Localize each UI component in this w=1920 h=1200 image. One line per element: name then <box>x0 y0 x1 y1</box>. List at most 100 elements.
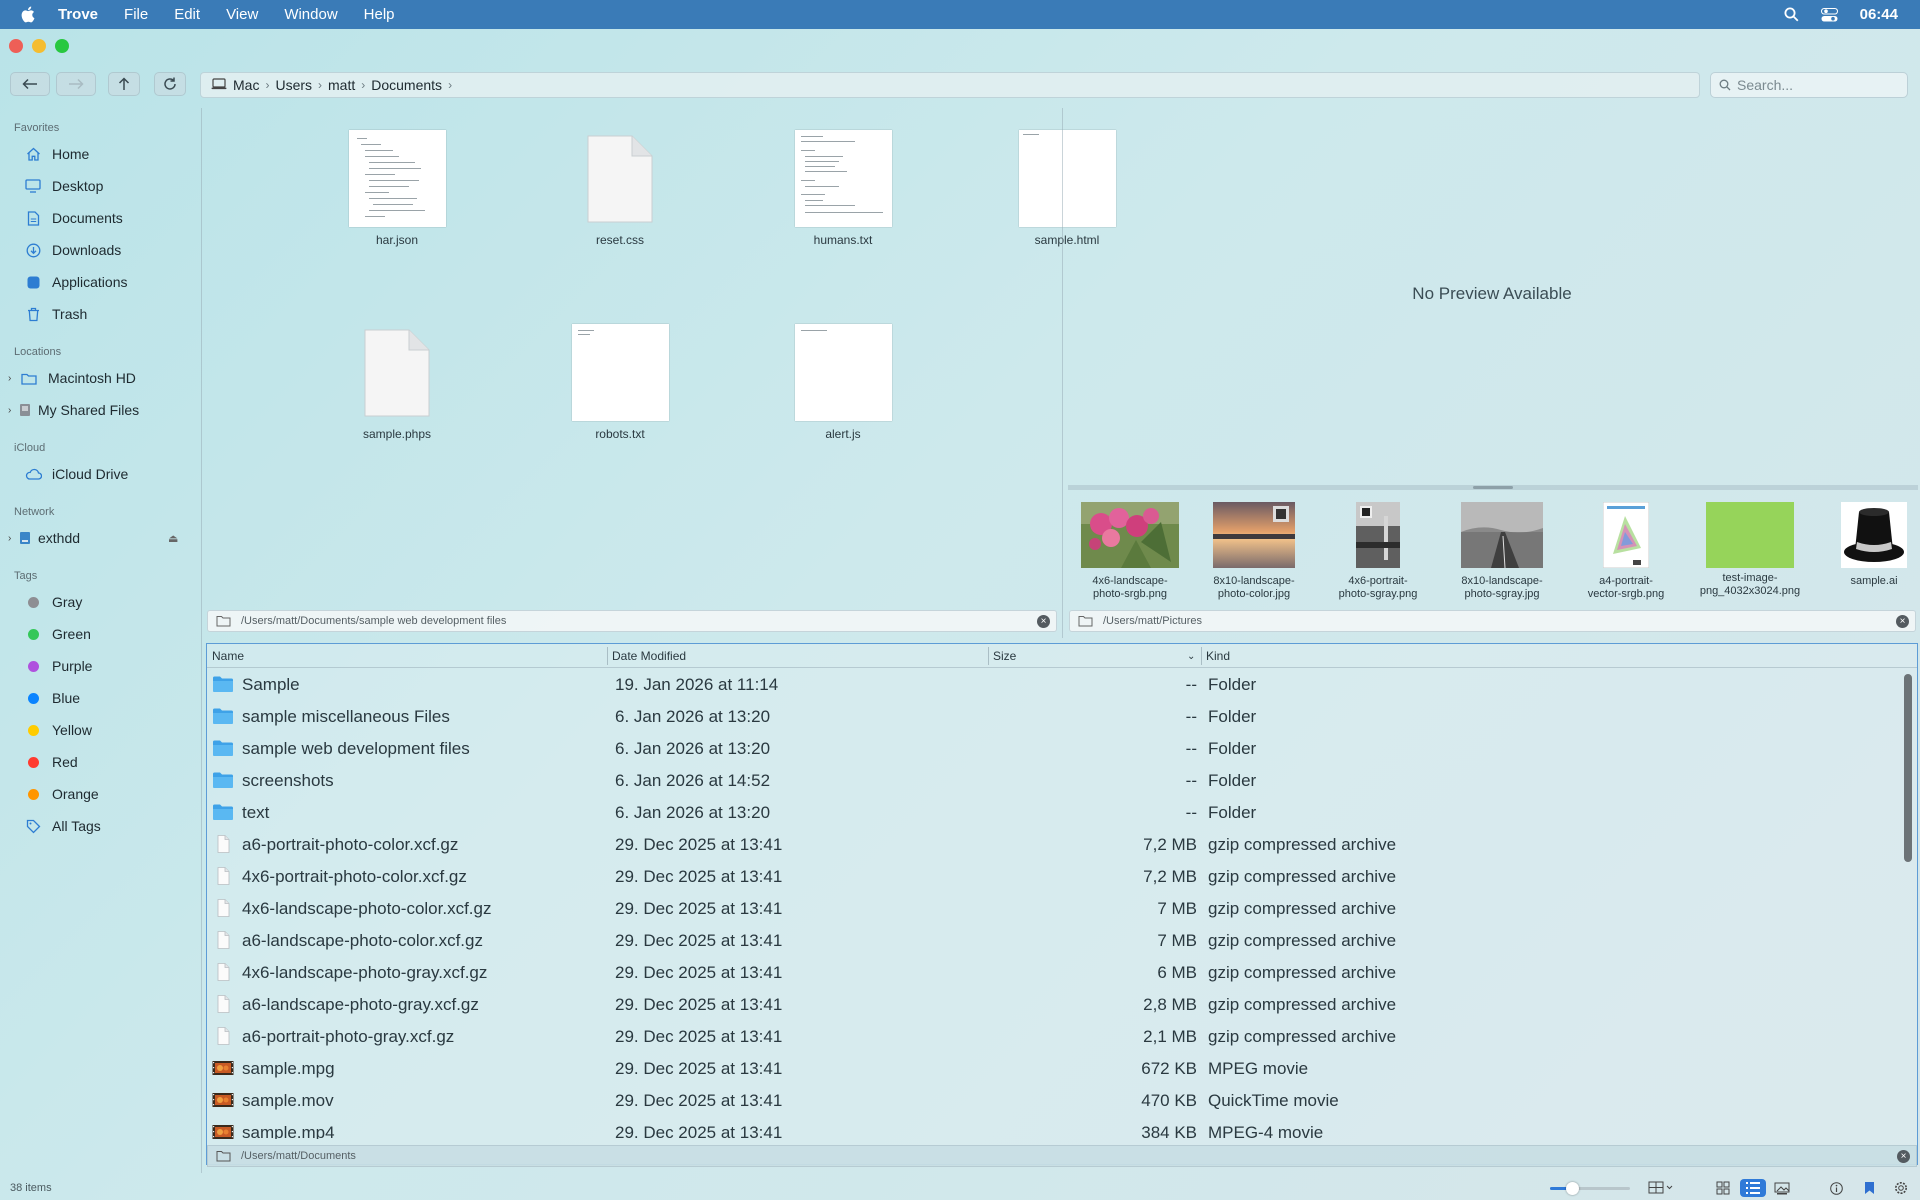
table-row[interactable]: screenshots 6. Jan 2026 at 14:52 -- Folder <box>207 765 1897 797</box>
table-row[interactable]: a6-portrait-photo-color.xcf.gz 29. Dec 20… <box>207 829 1897 861</box>
gear-icon[interactable] <box>1893 1179 1909 1197</box>
info-icon[interactable] <box>1828 1179 1844 1197</box>
menu-edit[interactable]: Edit <box>174 6 200 23</box>
search-input[interactable] <box>1737 77 1897 93</box>
icon-size-slider[interactable] <box>1550 1182 1630 1195</box>
strip-item-4x6-portrait-sgray[interactable]: 4x6-portrait-photo-sgray.png <box>1316 502 1440 601</box>
slider-knob[interactable] <box>1566 1182 1579 1195</box>
eject-icon[interactable]: ⏏ <box>168 532 178 545</box>
file-item-sample-phps[interactable]: sample.phps <box>297 324 497 441</box>
apple-icon[interactable] <box>20 6 40 23</box>
column-header-size[interactable]: Size <box>993 649 1016 663</box>
clear-path-icon[interactable]: × <box>1897 1150 1910 1163</box>
gallery-view-button[interactable] <box>1772 1179 1792 1197</box>
table-row[interactable]: 4x6-landscape-photo-gray.xcf.gz 29. Dec 2… <box>207 957 1897 989</box>
table-row[interactable]: sample.mov 29. Dec 2025 at 13:41 470 KB Qui… <box>207 1085 1897 1117</box>
menu-clock[interactable]: 06:44 <box>1860 6 1898 23</box>
sidebar-item-all-tags[interactable]: All Tags <box>14 815 101 837</box>
breadcrumb-documents[interactable]: Documents <box>371 77 442 93</box>
window-minimize-button[interactable] <box>32 39 46 53</box>
file-item-har-json[interactable]: har.json <box>297 130 497 247</box>
column-separator[interactable] <box>607 647 608 665</box>
clear-path-icon[interactable]: × <box>1037 615 1050 628</box>
file-item-humans-txt[interactable]: humans.txt <box>743 130 943 247</box>
list-scrollbar[interactable] <box>1904 674 1914 1134</box>
sidebar-item-shared-files[interactable]: › My Shared Files <box>4 399 139 421</box>
sidebar-tag-yellow[interactable]: Yellow <box>14 719 92 741</box>
sidebar-tag-purple[interactable]: Purple <box>14 655 92 677</box>
forward-button[interactable] <box>56 72 96 96</box>
left-pane-path-field[interactable]: /Users/matt/Documents/sample web develop… <box>207 610 1057 632</box>
menu-view[interactable]: View <box>226 6 258 23</box>
table-row[interactable]: a6-landscape-photo-color.xcf.gz 29. Dec 2… <box>207 925 1897 957</box>
disclosure-triangle-icon[interactable]: › <box>8 373 18 384</box>
file-item-reset-css[interactable]: reset.css <box>520 130 720 247</box>
spotlight-search-icon[interactable] <box>1784 7 1799 22</box>
column-header-kind[interactable]: Kind <box>1206 649 1230 663</box>
table-row[interactable]: a6-portrait-photo-gray.xcf.gz 29. Dec 202… <box>207 1021 1897 1053</box>
grip-icon[interactable] <box>1473 486 1513 489</box>
sidebar-item-macintosh-hd[interactable]: › Macintosh HD <box>4 367 136 389</box>
column-header-name[interactable]: Name <box>212 649 244 663</box>
strip-item-8x10-landscape-sgray[interactable]: 8x10-landscape-photo-sgray.jpg <box>1440 502 1564 601</box>
disclosure-triangle-icon[interactable]: › <box>8 405 18 416</box>
list-view-button[interactable] <box>1740 1179 1766 1197</box>
sidebar-item-trash[interactable]: Trash <box>14 303 87 325</box>
pane-divider[interactable] <box>1062 108 1063 638</box>
sidebar-tag-red[interactable]: Red <box>14 751 78 773</box>
breadcrumb-mac[interactable]: Mac <box>233 77 259 93</box>
file-item-robots-txt[interactable]: robots.txt <box>520 324 720 441</box>
enclosing-folder-button[interactable] <box>108 72 140 96</box>
disclosure-triangle-icon[interactable]: › <box>8 533 18 544</box>
window-zoom-button[interactable] <box>55 39 69 53</box>
column-separator[interactable] <box>1201 647 1202 665</box>
clear-path-icon[interactable]: × <box>1896 615 1909 628</box>
table-row[interactable]: text 6. Jan 2026 at 13:20 -- Folder <box>207 797 1897 829</box>
sidebar-item-icloud-drive[interactable]: iCloud Drive <box>14 463 128 485</box>
refresh-button[interactable] <box>154 72 186 96</box>
file-list-view[interactable]: Name Date Modified Size ⌄ Kind Sample 19.… <box>206 643 1918 1165</box>
back-button[interactable] <box>10 72 50 96</box>
sidebar-item-desktop[interactable]: Desktop <box>14 175 103 197</box>
scrollbar-thumb[interactable] <box>1904 674 1912 862</box>
file-item-alert-js[interactable]: alert.js <box>743 324 943 441</box>
table-row[interactable]: 4x6-portrait-photo-color.xcf.gz 29. Dec 2… <box>207 861 1897 893</box>
column-separator[interactable] <box>988 647 989 665</box>
sidebar-item-downloads[interactable]: Downloads <box>14 239 121 261</box>
table-row[interactable]: sample miscellaneous Files 6. Jan 2026 at… <box>207 701 1897 733</box>
strip-item-a4-portrait-vector[interactable]: a4-portrait-vector-srgb.png <box>1564 501 1688 601</box>
sort-chevron-down-icon[interactable]: ⌄ <box>1187 651 1195 662</box>
search-box[interactable] <box>1710 72 1908 98</box>
sidebar-item-exthdd[interactable]: › exthdd <box>4 527 80 549</box>
grid-options-icon[interactable] <box>1648 1179 1674 1197</box>
table-row[interactable]: Sample 19. Jan 2026 at 11:14 -- Folder <box>207 669 1897 701</box>
table-row[interactable]: sample.mpg 29. Dec 2025 at 13:41 672 KB MPE… <box>207 1053 1897 1085</box>
sidebar-item-documents[interactable]: Documents <box>14 207 123 229</box>
window-close-button[interactable] <box>9 39 23 53</box>
table-row[interactable]: 4x6-landscape-photo-color.xcf.gz 29. Dec … <box>207 893 1897 925</box>
right-pane-path-field[interactable]: /Users/matt/Pictures × <box>1069 610 1916 632</box>
breadcrumb-users[interactable]: Users <box>275 77 312 93</box>
control-center-icon[interactable] <box>1820 7 1838 22</box>
sidebar-divider[interactable] <box>201 108 202 1173</box>
menu-help[interactable]: Help <box>364 6 395 23</box>
list-path-field[interactable]: /Users/matt/Documents × <box>207 1145 1917 1167</box>
sidebar-tag-gray[interactable]: Gray <box>14 591 82 613</box>
menu-app-name[interactable]: Trove <box>58 6 98 23</box>
sidebar-item-home[interactable]: Home <box>14 143 89 165</box>
strip-item-test-image-png[interactable]: test-image-png_4032x3024.png <box>1688 502 1812 598</box>
menu-file[interactable]: File <box>124 6 148 23</box>
bookmark-icon[interactable] <box>1862 1179 1876 1197</box>
strip-item-sample-ai[interactable]: sample.ai <box>1812 502 1918 588</box>
table-row[interactable]: sample web development files 6. Jan 2026 … <box>207 733 1897 765</box>
preview-split-handle[interactable] <box>1068 485 1918 490</box>
sidebar-tag-green[interactable]: Green <box>14 623 91 645</box>
menu-window[interactable]: Window <box>284 6 337 23</box>
chevron-right-icon[interactable]: › <box>448 78 452 92</box>
breadcrumb-matt[interactable]: matt <box>328 77 355 93</box>
strip-item-4x6-landscape-srgb[interactable]: 4x6-landscape-photo-srgb.png <box>1068 502 1192 601</box>
sidebar-tag-blue[interactable]: Blue <box>14 687 80 709</box>
sidebar-item-applications[interactable]: Applications <box>14 271 128 293</box>
strip-item-8x10-landscape-color[interactable]: 8x10-landscape-photo-color.jpg <box>1192 502 1316 601</box>
table-row[interactable]: a6-landscape-photo-gray.xcf.gz 29. Dec 20… <box>207 989 1897 1021</box>
